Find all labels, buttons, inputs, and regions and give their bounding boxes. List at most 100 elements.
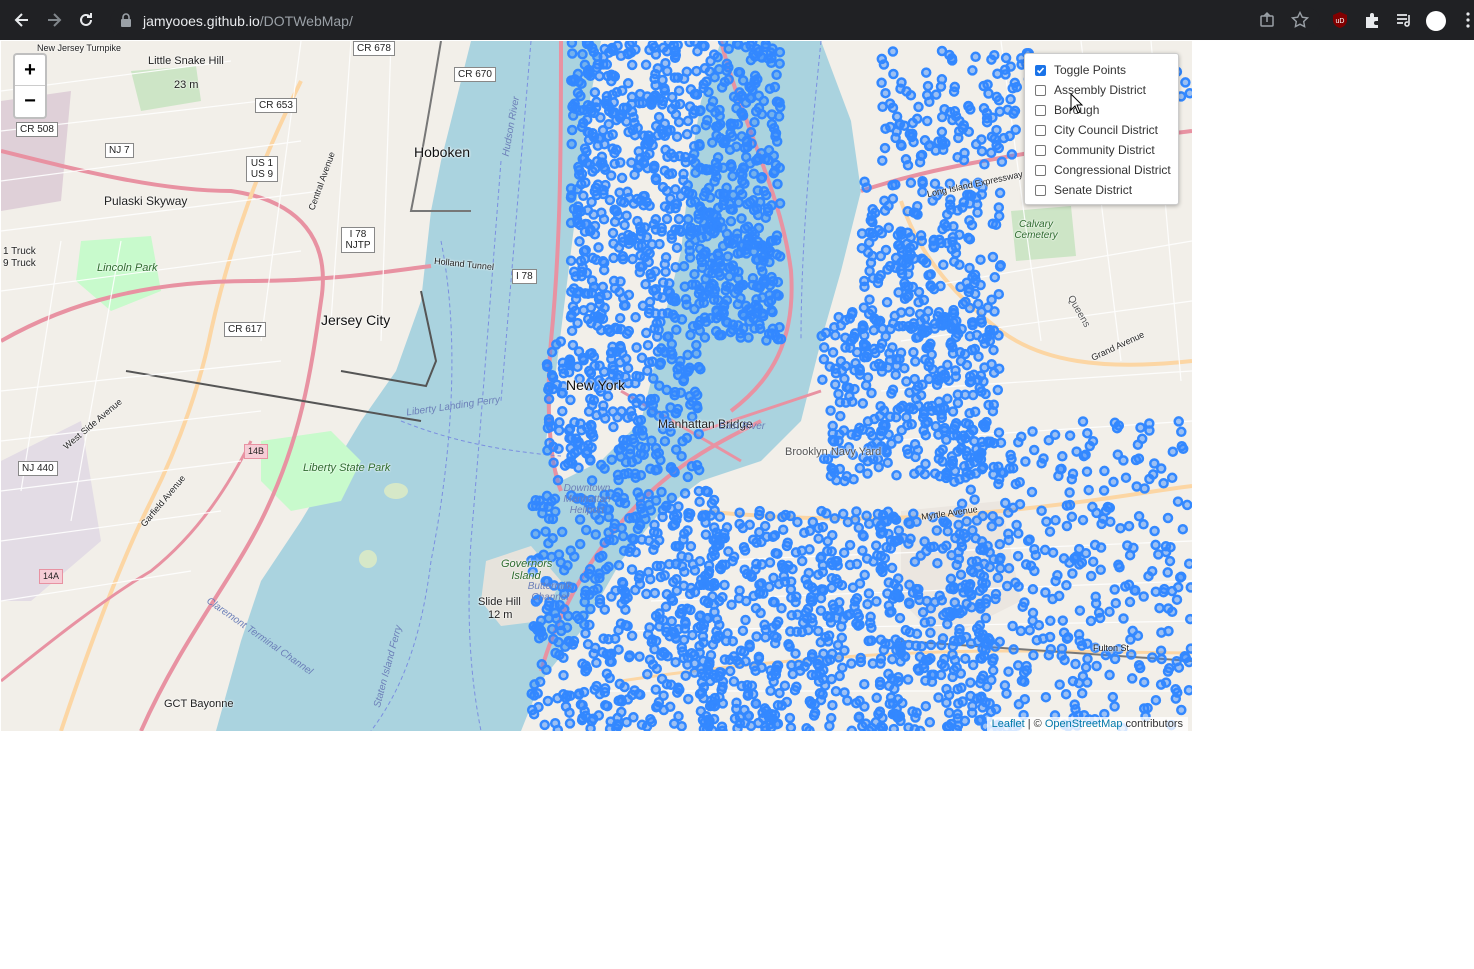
map-point[interactable]	[936, 126, 948, 138]
forward-icon[interactable]	[42, 8, 66, 32]
map-point[interactable]	[1026, 486, 1038, 498]
map-point[interactable]	[904, 306, 915, 317]
map-point[interactable]	[705, 55, 716, 67]
map-point[interactable]	[931, 525, 943, 536]
map-point[interactable]	[661, 213, 673, 225]
map-point[interactable]	[594, 360, 605, 371]
map-point[interactable]	[950, 365, 961, 376]
map-point[interactable]	[772, 616, 784, 627]
map-point[interactable]	[586, 715, 598, 727]
map-point[interactable]	[953, 698, 964, 709]
map-point[interactable]	[616, 347, 628, 359]
map-point[interactable]	[683, 364, 694, 376]
map-point[interactable]	[727, 555, 738, 567]
map-point[interactable]	[595, 459, 607, 471]
map-point[interactable]	[930, 421, 942, 432]
map-point[interactable]	[830, 363, 841, 375]
map-point[interactable]	[866, 305, 878, 316]
map-point[interactable]	[717, 592, 728, 603]
map-point[interactable]	[656, 650, 667, 661]
map-point[interactable]	[661, 185, 673, 197]
map-point[interactable]	[660, 57, 671, 69]
map-point[interactable]	[605, 347, 617, 359]
map-point[interactable]	[547, 383, 559, 395]
map-point[interactable]	[655, 454, 666, 466]
map-point[interactable]	[1185, 643, 1192, 654]
map-point[interactable]	[666, 593, 677, 604]
map-point[interactable]	[585, 70, 596, 82]
map-point[interactable]	[967, 659, 979, 671]
map-point[interactable]	[626, 630, 638, 642]
map-point[interactable]	[938, 259, 949, 271]
map-point[interactable]	[744, 92, 756, 104]
map-point[interactable]	[887, 653, 898, 665]
map-point[interactable]	[630, 378, 641, 389]
map-point[interactable]	[703, 182, 715, 194]
map-point[interactable]	[714, 188, 725, 200]
map-point[interactable]	[1172, 582, 1184, 593]
map-point[interactable]	[585, 302, 597, 313]
map-point[interactable]	[988, 553, 999, 565]
map-point[interactable]	[607, 406, 619, 417]
map-point[interactable]	[566, 124, 578, 136]
map-point[interactable]	[892, 433, 904, 444]
map-point[interactable]	[668, 576, 679, 588]
map-point[interactable]	[925, 603, 937, 614]
map-point[interactable]	[1104, 502, 1116, 514]
map-point[interactable]	[1057, 615, 1069, 626]
map-point[interactable]	[965, 484, 977, 495]
map-point[interactable]	[608, 275, 620, 287]
map-point[interactable]	[895, 347, 907, 358]
map-point[interactable]	[748, 168, 760, 179]
map-point[interactable]	[958, 119, 970, 131]
map-point[interactable]	[660, 144, 671, 156]
map-point[interactable]	[700, 316, 712, 328]
map-point[interactable]	[553, 637, 564, 648]
map-point[interactable]	[893, 534, 905, 546]
map-point[interactable]	[920, 257, 932, 269]
map-point[interactable]	[947, 406, 959, 417]
map-point[interactable]	[1096, 518, 1107, 530]
map-point[interactable]	[838, 425, 850, 436]
map-point[interactable]	[954, 229, 965, 240]
map-point[interactable]	[987, 251, 999, 263]
map-point[interactable]	[855, 656, 867, 668]
map-point[interactable]	[622, 78, 634, 89]
map-point[interactable]	[744, 81, 755, 93]
map-point[interactable]	[617, 530, 629, 542]
map-point[interactable]	[919, 468, 931, 480]
map-point[interactable]	[917, 379, 928, 390]
map-point[interactable]	[747, 534, 759, 545]
map-point[interactable]	[556, 526, 568, 538]
map-point[interactable]	[994, 261, 1006, 272]
map-point[interactable]	[1149, 458, 1160, 469]
map-point[interactable]	[887, 46, 899, 57]
map-point[interactable]	[690, 124, 702, 135]
map-point[interactable]	[573, 688, 585, 699]
map-point[interactable]	[1028, 444, 1040, 456]
map-point[interactable]	[1067, 568, 1078, 579]
map-point[interactable]	[562, 560, 573, 571]
map-point[interactable]	[901, 411, 912, 423]
map-point[interactable]	[657, 277, 669, 288]
map-point[interactable]	[1037, 633, 1049, 644]
map-point[interactable]	[1150, 539, 1161, 551]
map-point[interactable]	[1094, 612, 1106, 624]
map-point[interactable]	[989, 306, 1000, 317]
map-point[interactable]	[863, 518, 875, 530]
map-point[interactable]	[591, 657, 602, 669]
map-point[interactable]	[528, 621, 539, 632]
map-point[interactable]	[1147, 469, 1159, 480]
map-point[interactable]	[902, 420, 913, 431]
map-point[interactable]	[530, 528, 541, 540]
map-point[interactable]	[903, 597, 915, 608]
map-point[interactable]	[757, 310, 769, 322]
map-point[interactable]	[933, 692, 944, 703]
map-point[interactable]	[1172, 496, 1184, 507]
map-point[interactable]	[830, 379, 841, 390]
map-point[interactable]	[655, 560, 667, 572]
map-point[interactable]	[735, 167, 746, 178]
map-point[interactable]	[598, 264, 610, 276]
map-point[interactable]	[678, 375, 689, 387]
map-point[interactable]	[894, 119, 905, 130]
